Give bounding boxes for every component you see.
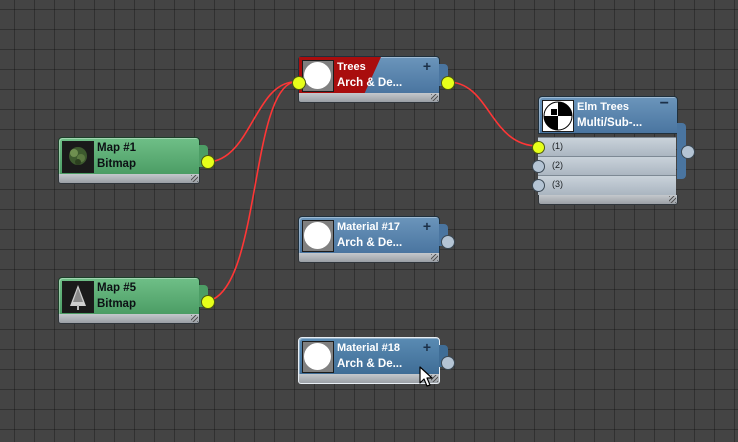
material17-node[interactable]: Material #17 Arch & De... + bbox=[298, 216, 455, 265]
resize-grip-icon[interactable] bbox=[191, 315, 198, 322]
elm-trees-footer bbox=[538, 195, 678, 205]
elm-trees-node-header[interactable]: Elm Trees Multi/Sub-... − bbox=[538, 95, 678, 134]
elm-trees-slot-2-label: (2) bbox=[552, 160, 563, 170]
trees-node[interactable]: Trees Arch & De... + bbox=[292, 56, 455, 105]
material18-type: Arch & De... bbox=[337, 358, 403, 370]
material17-type: Arch & De... bbox=[337, 237, 403, 249]
resize-grip-icon[interactable] bbox=[431, 94, 438, 101]
trees-footer bbox=[298, 93, 440, 103]
wire-map5-to-trees bbox=[207, 81, 294, 302]
map1-type: Bitmap bbox=[97, 158, 136, 170]
material18-expand-icon[interactable]: + bbox=[423, 339, 431, 355]
arrow-cursor-icon bbox=[419, 366, 433, 387]
map1-node-header[interactable]: Map #1 Bitmap bbox=[58, 137, 200, 175]
elm-trees-slot-3-socket[interactable] bbox=[532, 179, 545, 192]
trees-thumbnail bbox=[302, 60, 334, 92]
trees-input-socket[interactable] bbox=[292, 76, 306, 90]
map5-type: Bitmap bbox=[97, 298, 136, 310]
material18-output-socket[interactable] bbox=[441, 356, 455, 370]
material17-node-header[interactable]: Material #17 Arch & De... + bbox=[298, 216, 440, 254]
elm-trees-slot-3-label: (3) bbox=[552, 179, 563, 189]
map1-output-socket[interactable] bbox=[201, 155, 215, 169]
elm-trees-slot-1-label: (1) bbox=[552, 141, 563, 151]
material17-title: Material #17 bbox=[337, 221, 400, 233]
elm-trees-slot-1-socket[interactable] bbox=[532, 141, 545, 154]
map1-thumbnail bbox=[62, 141, 94, 173]
map5-thumbnail bbox=[62, 281, 94, 313]
material17-output-socket[interactable] bbox=[441, 235, 455, 249]
elm-trees-thumbnail bbox=[542, 100, 574, 132]
map5-output-socket[interactable] bbox=[201, 295, 215, 309]
elm-trees-type: Multi/Sub-... bbox=[577, 117, 643, 129]
wire-trees-to-elm bbox=[447, 81, 539, 147]
map5-node-header[interactable]: Map #5 Bitmap bbox=[58, 277, 200, 315]
trees-title: Trees bbox=[337, 61, 366, 73]
elm-trees-node[interactable]: Elm Trees Multi/Sub-... − (1) (2) (3) bbox=[532, 95, 695, 208]
elm-trees-title: Elm Trees bbox=[577, 101, 629, 113]
map5-node[interactable]: Map #5 Bitmap bbox=[58, 277, 215, 326]
resize-grip-icon[interactable] bbox=[669, 196, 676, 203]
map5-title: Map #5 bbox=[97, 282, 136, 294]
material18-title: Material #18 bbox=[337, 342, 400, 354]
map5-footer bbox=[58, 314, 200, 324]
trees-output-socket[interactable] bbox=[441, 76, 455, 90]
trees-type: Arch & De... bbox=[337, 77, 403, 89]
elm-trees-output-socket[interactable] bbox=[681, 145, 695, 159]
elm-trees-collapse-icon[interactable]: − bbox=[660, 95, 669, 113]
trees-expand-icon[interactable]: + bbox=[423, 58, 431, 74]
trees-node-header[interactable]: Trees Arch & De... + bbox=[298, 56, 440, 94]
elm-trees-slot-2-socket[interactable] bbox=[532, 160, 545, 173]
map1-title: Map #1 bbox=[97, 142, 136, 154]
material17-footer bbox=[298, 253, 440, 263]
map1-node[interactable]: Map #1 Bitmap bbox=[58, 137, 215, 186]
material17-expand-icon[interactable]: + bbox=[423, 218, 431, 234]
elm-trees-slot-2[interactable]: (2) bbox=[532, 156, 676, 176]
elm-trees-slot-1[interactable]: (1) bbox=[532, 137, 676, 157]
resize-grip-icon[interactable] bbox=[191, 175, 198, 182]
elm-trees-slot-3[interactable]: (3) bbox=[532, 175, 676, 195]
material17-thumbnail bbox=[302, 220, 334, 252]
wire-map1-to-trees bbox=[207, 81, 294, 163]
resize-grip-icon[interactable] bbox=[431, 254, 438, 261]
map1-footer bbox=[58, 174, 200, 184]
material18-thumbnail bbox=[302, 341, 334, 373]
